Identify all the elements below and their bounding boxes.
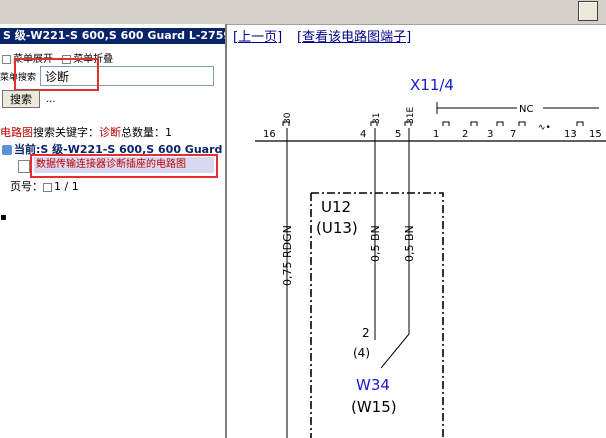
document-highlight-box (30, 154, 218, 178)
computer-icon (2, 145, 12, 155)
wave-symbol: ∿• (538, 123, 551, 133)
search-highlight-box (14, 58, 99, 91)
pin-16: 16 (263, 129, 276, 140)
schematic-pane: [上一页] [查看该电路图端子] X11/4 NC 16 4 5 1 2 3 7… (227, 24, 606, 438)
result-count: 总数量：1 (121, 126, 172, 139)
wire-c-diagonal (380, 333, 410, 369)
point-label: 2 (362, 326, 370, 340)
pin-5: 5 (395, 129, 401, 140)
nc-bracket (436, 102, 599, 114)
wire-c-code: 31E (406, 107, 416, 124)
pin-13: 13 (564, 129, 577, 140)
panel-title: S 级-W221-S 600,S 600 Guard L-27595 (0, 28, 225, 44)
result-prefix: 电路图 (0, 126, 33, 139)
wire-b-code: 31 (372, 113, 382, 124)
nc-label: NC (519, 104, 533, 115)
pin-3: 3 (487, 129, 493, 140)
dots: ... (46, 94, 56, 105)
window-top-bar (0, 0, 606, 25)
wire-a-label: 0,75 RDGN (281, 225, 294, 286)
page-indicator: 页号： 1 / 1 (10, 178, 79, 194)
search-button[interactable]: 搜索 (2, 90, 40, 108)
result-keyword: 诊断 (99, 126, 121, 139)
pin-2: 2 (462, 129, 468, 140)
wire-b-label: 0,5 BN (369, 225, 382, 262)
document-icon (18, 160, 30, 173)
page-label: 页号： (10, 180, 43, 193)
connector-id: X11/4 (410, 76, 454, 94)
wire-a-code: 30 (283, 112, 293, 124)
window-menu-button[interactable] (578, 1, 598, 21)
result-middle: 搜索关键字： (33, 126, 99, 139)
wire-c-label: 0,5 BN (403, 225, 416, 262)
point-alt-label: (4) (353, 346, 370, 360)
search-result-summary: 电路图搜索关键字：诊断总数量：1 (0, 124, 172, 140)
junction-alt-label: (W15) (351, 398, 397, 416)
wiring-diagram: X11/4 NC 16 4 5 1 2 3 7 13 15 ∿• 30 31 3… (255, 76, 606, 438)
junction-label: W34 (356, 376, 390, 394)
unit-alt-label: (U13) (316, 219, 358, 237)
unit-label: U12 (321, 198, 351, 216)
pin-1: 1 (433, 129, 439, 140)
page-checkbox-icon (43, 182, 52, 192)
pin-15: 15 (589, 129, 602, 140)
pin-4: 4 (360, 129, 366, 140)
page-value: 1 / 1 (54, 180, 79, 193)
expand-checkbox-icon[interactable] (2, 54, 11, 64)
pin-7: 7 (510, 129, 516, 140)
left-panel: S 级-W221-S 600,S 600 Guard L-27595 菜单展开 … (0, 24, 227, 438)
bullet: ▪ (0, 212, 7, 223)
